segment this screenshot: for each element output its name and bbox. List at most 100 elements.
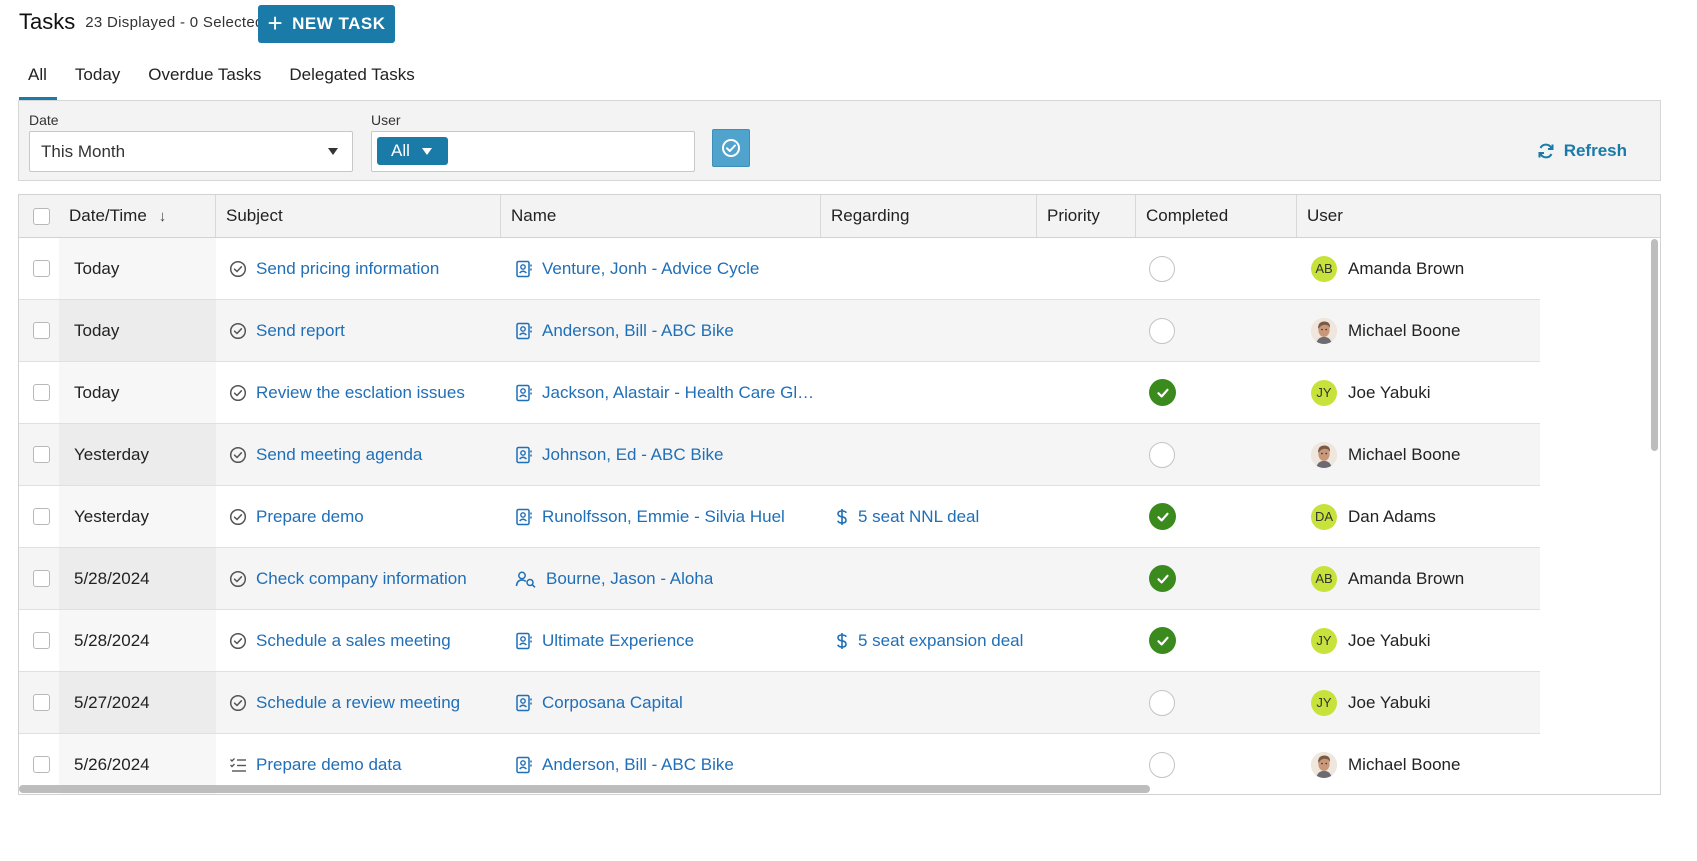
refresh-icon <box>1538 143 1554 159</box>
apply-filter-button[interactable] <box>712 129 750 167</box>
page-title: Tasks <box>19 9 76 34</box>
row-checkbox[interactable] <box>33 446 50 463</box>
new-task-button[interactable]: + NEW TASK <box>258 5 395 43</box>
completed-cell <box>1136 362 1297 423</box>
name-link[interactable]: Anderson, Bill - ABC Bike <box>542 755 734 775</box>
subject-link[interactable]: Schedule a sales meeting <box>256 631 451 651</box>
column-header-name[interactable]: Name <box>501 195 821 237</box>
name-link[interactable]: Bourne, Jason - Aloha <box>546 569 713 589</box>
plus-icon: + <box>267 7 284 38</box>
refresh-label: Refresh <box>1563 141 1627 160</box>
date-cell: 5/28/2024 <box>59 610 216 671</box>
column-header-date[interactable]: Date/Time ↓ <box>59 195 216 237</box>
tab-all[interactable]: All <box>19 62 57 100</box>
record-count: 23 Displayed - 0 Selected <box>85 13 264 31</box>
task-check-icon <box>229 632 247 650</box>
contact-card-icon <box>515 508 533 526</box>
date-value: Yesterday <box>74 444 149 464</box>
name-link[interactable]: Anderson, Bill - ABC Bike <box>542 321 734 341</box>
user-name: Joe Yabuki <box>1348 382 1431 402</box>
name-cell: Ultimate Experience <box>501 610 821 671</box>
subject-cell: Send meeting agenda <box>216 424 501 485</box>
row-checkbox[interactable] <box>33 260 50 277</box>
name-link[interactable]: Ultimate Experience <box>542 631 694 651</box>
column-label-user: User <box>1307 206 1343 225</box>
contact-card-icon <box>515 384 533 402</box>
row-checkbox[interactable] <box>33 756 50 773</box>
row-checkbox[interactable] <box>33 694 50 711</box>
table-row[interactable]: 5/27/2024 Schedule a review meeting Corpos… <box>19 672 1540 734</box>
table-row[interactable]: Yesterday Send meeting agenda Johnson, Ed … <box>19 424 1540 486</box>
completed-check-icon[interactable] <box>1149 627 1176 654</box>
name-cell: Runolfsson, Emmie - Silvia Huel <box>501 486 821 547</box>
regarding-link[interactable]: 5 seat expansion deal <box>858 631 1023 651</box>
row-checkbox[interactable] <box>33 570 50 587</box>
subject-cell: Send report <box>216 300 501 361</box>
completed-cell <box>1136 610 1297 671</box>
name-link[interactable]: Johnson, Ed - ABC Bike <box>542 445 723 465</box>
refresh-button[interactable]: Refresh <box>1537 141 1627 161</box>
name-link[interactable]: Jackson, Alastair - Health Care Glob… <box>542 383 817 403</box>
name-cell: Venture, Jonh - Advice Cycle <box>501 238 821 299</box>
regarding-cell: 5 seat NNL deal <box>821 486 1037 547</box>
task-check-icon <box>229 570 247 588</box>
table-row[interactable]: Today Review the esclation issues Jackson,… <box>19 362 1540 424</box>
name-link[interactable]: Corposana Capital <box>542 693 683 713</box>
completed-check-icon[interactable] <box>1149 503 1176 530</box>
subject-link[interactable]: Send pricing information <box>256 259 439 279</box>
tab-delegated-tasks[interactable]: Delegated Tasks <box>279 62 424 100</box>
table-row[interactable]: Yesterday Prepare demo Runolfsson, Emmie -… <box>19 486 1540 548</box>
incomplete-circle-icon[interactable] <box>1149 751 1175 778</box>
subject-link[interactable]: Schedule a review meeting <box>256 693 460 713</box>
table-row[interactable]: Today Send pricing information Venture, Jo… <box>19 238 1540 300</box>
row-checkbox[interactable] <box>33 384 50 401</box>
incomplete-circle-icon[interactable] <box>1149 441 1175 468</box>
incomplete-circle-icon[interactable] <box>1149 255 1175 282</box>
table-row[interactable]: 5/28/2024 Check company information Bourne… <box>19 548 1540 610</box>
date-cell: Today <box>59 300 216 361</box>
incomplete-circle-icon[interactable] <box>1149 689 1175 716</box>
task-tabs: All Today Overdue Tasks Delegated Tasks <box>19 62 425 100</box>
tab-today[interactable]: Today <box>65 62 130 100</box>
tasks-grid: Date/Time ↓ Subject Name Regarding Prior… <box>18 194 1661 795</box>
subject-link[interactable]: Prepare demo <box>256 507 364 527</box>
horizontal-scrollbar[interactable] <box>19 785 1150 793</box>
vertical-scrollbar[interactable] <box>1651 239 1658 451</box>
row-checkbox[interactable] <box>33 632 50 649</box>
user-filter-chip[interactable]: All <box>377 137 448 165</box>
name-link[interactable]: Venture, Jonh - Advice Cycle <box>542 259 759 279</box>
row-checkbox[interactable] <box>33 508 50 525</box>
tab-overdue-tasks[interactable]: Overdue Tasks <box>138 62 271 100</box>
column-header-user[interactable]: User <box>1297 195 1660 237</box>
row-checkbox[interactable] <box>33 322 50 339</box>
select-all-checkbox[interactable] <box>33 207 50 225</box>
avatar: DA <box>1311 503 1337 530</box>
column-header-subject[interactable]: Subject <box>216 195 501 237</box>
column-label-regarding: Regarding <box>831 206 910 225</box>
date-value: 5/26/2024 <box>74 754 150 774</box>
subject-link[interactable]: Send meeting agenda <box>256 445 422 465</box>
regarding-link[interactable]: 5 seat NNL deal <box>858 507 979 527</box>
subject-link[interactable]: Check company information <box>256 569 467 589</box>
subject-link[interactable]: Review the esclation issues <box>256 383 465 403</box>
subject-link[interactable]: Prepare demo data <box>256 755 402 775</box>
column-header-regarding[interactable]: Regarding <box>821 195 1037 237</box>
user-filter-input[interactable]: All <box>371 131 695 172</box>
user-cell: DA Dan Adams <box>1297 486 1537 547</box>
completed-check-icon[interactable] <box>1149 379 1176 406</box>
subject-link[interactable]: Send report <box>256 321 345 341</box>
regarding-cell <box>821 424 1037 485</box>
column-header-completed[interactable]: Completed <box>1136 195 1297 237</box>
completed-cell <box>1136 238 1297 299</box>
subject-cell: Prepare demo <box>216 486 501 547</box>
table-row[interactable]: 5/28/2024 Schedule a sales meeting Ultimat… <box>19 610 1540 672</box>
user-name: Amanda Brown <box>1348 258 1465 278</box>
table-row[interactable]: Today Send report Anderson, Bill - ABC Bik… <box>19 300 1540 362</box>
dollar-icon <box>835 632 849 650</box>
column-header-priority[interactable]: Priority <box>1037 195 1136 237</box>
incomplete-circle-icon[interactable] <box>1149 317 1175 344</box>
avatar <box>1311 441 1337 468</box>
name-link[interactable]: Runolfsson, Emmie - Silvia Huel <box>542 507 785 527</box>
completed-check-icon[interactable] <box>1149 565 1176 592</box>
date-filter-select[interactable]: This Month <box>29 131 353 172</box>
